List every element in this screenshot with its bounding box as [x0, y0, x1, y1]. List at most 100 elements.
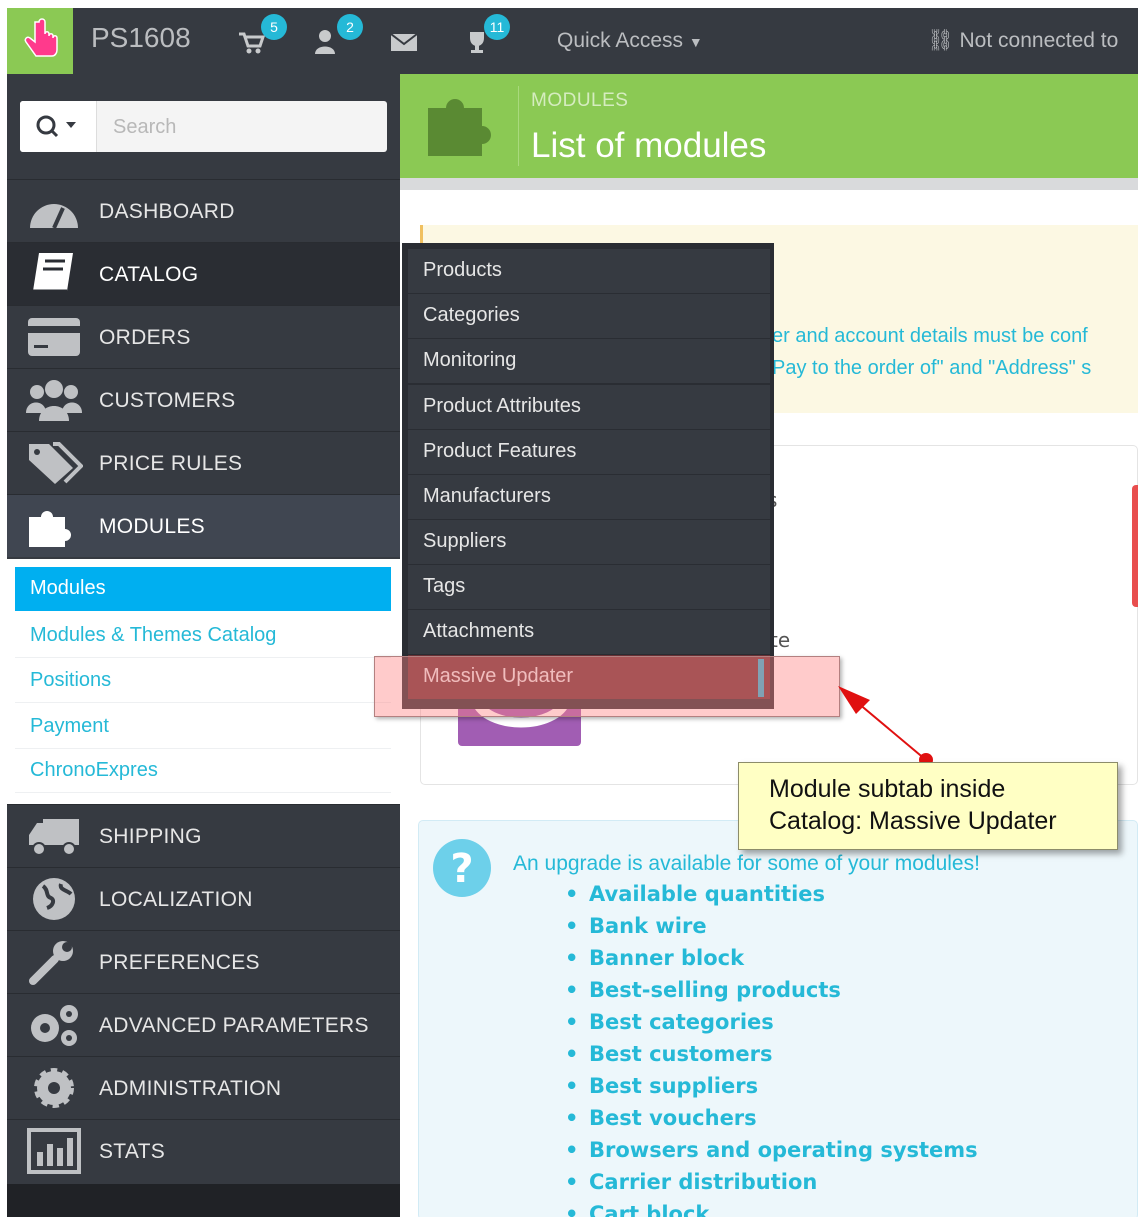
sidebar-item-stats[interactable]: STATS [7, 1119, 400, 1182]
search-form: Search [20, 101, 387, 152]
upgrade-module-list: Available quantities Bank wire Banner bl… [565, 882, 978, 1217]
sidebar-item-price-rules[interactable]: PRICE RULES [7, 431, 400, 494]
sidebar-item-label: ADMINISTRATION [99, 1077, 282, 1100]
list-item[interactable]: Cart block [565, 1202, 978, 1217]
sidebar-item-preferences[interactable]: PREFERENCES [7, 930, 400, 993]
sidebar-item-label: MODULES [99, 515, 205, 538]
puzzle-icon [428, 99, 491, 156]
sidebar-item-label: LOCALIZATION [99, 888, 253, 911]
sidebar-item-modules[interactable]: MODULES [7, 494, 400, 557]
list-item[interactable]: Best suppliers [565, 1074, 978, 1106]
bar-chart-icon [27, 1128, 81, 1174]
caret-down-icon: ▼ [688, 34, 703, 50]
warning-text-line1: er and account details must be conf [772, 325, 1088, 347]
sidebar-item-localization[interactable]: LOCALIZATION [7, 867, 400, 930]
wrench-icon [29, 941, 73, 985]
connection-status[interactable]: ⛓ Not connected to [927, 29, 1118, 53]
sidebar-item-dashboard[interactable]: DASHBOARD [7, 179, 400, 242]
globe-icon [33, 878, 75, 920]
sidebar-item-orders[interactable]: ORDERS [7, 305, 400, 368]
flyout-item-products[interactable]: Products [408, 249, 770, 293]
book-icon [33, 253, 73, 293]
list-item[interactable]: Carrier distribution [565, 1170, 978, 1202]
shop-name[interactable]: PS1608 [91, 22, 191, 54]
top-navbar: PS1608 5 2 11 Quick Access ▼ ⛓ Not conne… [7, 8, 1138, 74]
flyout-item-categories[interactable]: Categories [408, 294, 770, 338]
sidebar-item-label: CATALOG [99, 263, 199, 286]
flyout-item-manufacturers[interactable]: Manufacturers [408, 475, 770, 519]
sidebar: Search DASHBOARD CATALOG ORDERS CUSTOMER… [7, 74, 400, 1217]
flyout-item-tags[interactable]: Tags [408, 565, 770, 609]
credit-card-icon [28, 318, 80, 356]
envelope-icon[interactable] [389, 26, 425, 62]
subnav-modules-themes-catalog[interactable]: Modules & Themes Catalog [15, 614, 391, 658]
callout-line2: Catalog: Massive Updater [769, 807, 1057, 835]
header-divider [518, 86, 519, 166]
sidebar-footer [7, 1184, 400, 1217]
subnav-chronoexpres[interactable]: ChronoExpres [15, 749, 391, 793]
user-icon[interactable]: 2 [313, 14, 363, 62]
tags-icon [29, 442, 83, 484]
search-icon [36, 115, 76, 138]
annotation-highlight [374, 656, 840, 717]
truck-icon [29, 819, 79, 856]
breadcrumb[interactable]: MODULES [531, 90, 628, 112]
annotation-callout: Module subtab inside Catalog: Massive Up… [738, 762, 1118, 850]
sidebar-item-label: CUSTOMERS [99, 389, 236, 412]
flyout-item-attachments[interactable]: Attachments [408, 610, 770, 654]
cogs-icon [31, 1005, 78, 1046]
cart-badge: 5 [261, 14, 287, 40]
list-item[interactable]: Browsers and operating systems [565, 1138, 978, 1170]
warning-text-line2: Pay to the order of" and "Address" s [772, 357, 1092, 379]
flyout-item-suppliers[interactable]: Suppliers [408, 520, 770, 564]
annotation-arrow [838, 686, 933, 767]
page-title: List of modules [531, 126, 767, 165]
list-item[interactable]: Available quantities [565, 882, 978, 914]
page-header: MODULES List of modules [400, 74, 1138, 178]
sidebar-item-administration[interactable]: ADMINISTRATION [7, 1056, 400, 1119]
sidebar-item-customers[interactable]: CUSTOMERS [7, 368, 400, 431]
cog-icon [34, 1068, 74, 1108]
flyout-item-monitoring[interactable]: Monitoring [408, 339, 770, 383]
unlink-icon: ⛓ [927, 29, 954, 52]
callout-line1: Module subtab inside [769, 775, 1006, 803]
subnav-payment[interactable]: Payment [15, 705, 391, 749]
sidebar-item-catalog[interactable]: CATALOG [7, 242, 400, 305]
subnav-modules[interactable]: Modules [15, 567, 391, 611]
search-input[interactable]: Search [113, 116, 176, 139]
sidebar-item-label: DASHBOARD [99, 200, 235, 223]
quick-access-dropdown[interactable]: Quick Access ▼ [557, 29, 703, 53]
list-item[interactable]: Bank wire [565, 914, 978, 946]
flyout-item-product-features[interactable]: Product Features [408, 430, 770, 474]
hand-pointer-icon[interactable] [7, 8, 73, 74]
sidebar-item-advanced-parameters[interactable]: ADVANCED PARAMETERS [7, 993, 400, 1056]
customers-badge: 2 [337, 14, 363, 40]
trophy-badge: 11 [484, 14, 510, 40]
list-item[interactable]: Best customers [565, 1042, 978, 1074]
puzzle-icon [29, 511, 71, 547]
cart-icon[interactable]: 5 [237, 14, 287, 62]
trophy-icon[interactable]: 11 [462, 14, 510, 62]
header-toolbar-strip [400, 178, 1138, 190]
list-item[interactable]: Best-selling products [565, 978, 978, 1010]
sidebar-item-label: STATS [99, 1140, 166, 1163]
subnav-positions[interactable]: Positions [15, 659, 391, 703]
modules-subnav: Modules Modules & Themes Catalog Positio… [7, 559, 400, 804]
question-icon: ? [432, 838, 492, 898]
sidebar-item-label: PRICE RULES [99, 452, 243, 475]
sidebar-item-label: ADVANCED PARAMETERS [99, 1014, 369, 1037]
flyout-item-product-attributes[interactable]: Product Attributes [408, 385, 770, 429]
upgrade-title: An upgrade is available for some of your… [513, 852, 980, 875]
dashboard-icon [30, 204, 78, 229]
svg-text:?: ? [450, 846, 473, 892]
sidebar-item-label: SHIPPING [99, 825, 202, 848]
sidebar-item-label: PREFERENCES [99, 951, 260, 974]
sidebar-item-shipping[interactable]: SHIPPING [7, 804, 400, 867]
list-item[interactable]: Best categories [565, 1010, 978, 1042]
search-type-button[interactable] [20, 101, 97, 152]
sidebar-item-label: ORDERS [99, 326, 191, 349]
catalog-flyout-menu: Products Categories Monitoring Product A… [402, 243, 774, 709]
list-item[interactable]: Banner block [565, 946, 978, 978]
red-button-edge[interactable] [1132, 485, 1138, 607]
list-item[interactable]: Best vouchers [565, 1106, 978, 1138]
